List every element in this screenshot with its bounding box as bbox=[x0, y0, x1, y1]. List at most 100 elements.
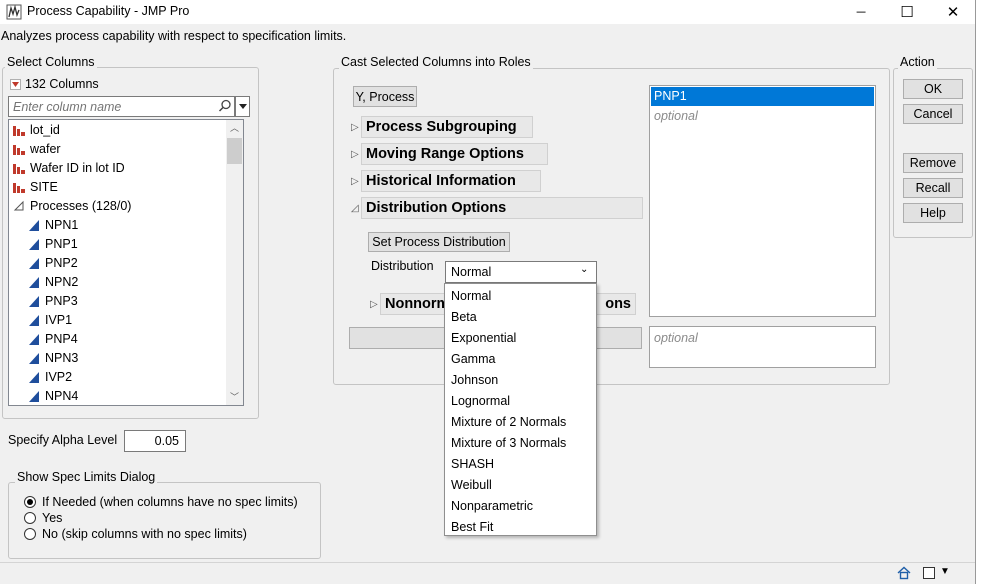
column-list-item[interactable]: PNP4 bbox=[27, 329, 78, 348]
distribution-option[interactable]: Mixture of 2 Normals bbox=[451, 411, 566, 432]
set-process-distribution-button[interactable]: Set Process Distribution bbox=[368, 232, 510, 252]
distribution-option[interactable]: Lognormal bbox=[451, 390, 510, 411]
column-list-item-label: wafer bbox=[30, 141, 61, 156]
column-list-item-label: IVP1 bbox=[45, 312, 73, 327]
search-icon[interactable] bbox=[218, 99, 232, 113]
continuous-triangle-icon bbox=[29, 371, 39, 383]
column-list-item-label: Processes (128/0) bbox=[30, 198, 132, 213]
column-list-item-label: lot_id bbox=[30, 122, 60, 137]
column-list-item[interactable]: Processes (128/0) bbox=[12, 196, 131, 215]
column-list-item-label: IVP2 bbox=[45, 369, 73, 384]
distribution-option[interactable]: Exponential bbox=[451, 327, 516, 348]
radio-no-label: No (skip columns with no spec limits) bbox=[42, 527, 247, 541]
role-y-selected-item[interactable]: PNP1 bbox=[651, 87, 874, 106]
radio-if-needed-label: If Needed (when columns have no spec lim… bbox=[42, 495, 298, 509]
distribution-select-value: Normal bbox=[451, 265, 492, 279]
distribution-option[interactable]: Johnson bbox=[451, 369, 498, 390]
column-list-item[interactable]: NPN3 bbox=[27, 348, 78, 367]
chevron-down-icon[interactable]: ⌄ bbox=[580, 264, 588, 275]
column-list-item[interactable]: IVP1 bbox=[27, 310, 72, 329]
column-list-item[interactable]: NPN2 bbox=[27, 272, 78, 291]
continuous-triangle-icon bbox=[29, 352, 39, 364]
window-title: Process Capability - JMP Pro bbox=[27, 4, 190, 18]
column-list-item-label: PNP1 bbox=[45, 236, 78, 251]
continuous-triangle-icon bbox=[29, 257, 39, 269]
status-bar bbox=[0, 562, 975, 584]
select-columns-title: Select Columns bbox=[5, 55, 97, 69]
radio-yes-label: Yes bbox=[42, 511, 63, 525]
home-icon[interactable] bbox=[897, 566, 911, 580]
distribution-option[interactable]: Mixture of 3 Normals bbox=[451, 432, 566, 453]
close-icon: ✕ bbox=[946, 4, 960, 21]
column-list-item[interactable]: PNP2 bbox=[27, 253, 78, 272]
distribution-option[interactable]: SHASH bbox=[451, 453, 494, 474]
window-list-icon[interactable] bbox=[923, 567, 935, 579]
scroll-up-icon[interactable]: ︿ bbox=[230, 121, 239, 134]
column-search-box[interactable] bbox=[8, 96, 235, 117]
distribution-option[interactable]: Nonparametric bbox=[451, 495, 533, 516]
radio-if-needed-circle[interactable] bbox=[24, 496, 36, 508]
column-list-scroll-thumb[interactable] bbox=[227, 138, 242, 164]
column-list-item-label: PNP3 bbox=[45, 293, 78, 308]
radio-if-needed[interactable]: If Needed (when columns have no spec lim… bbox=[24, 495, 298, 509]
distribution-option[interactable]: Normal bbox=[451, 285, 491, 306]
distribution-option[interactable]: Gamma bbox=[451, 348, 495, 369]
remove-button[interactable]: Remove bbox=[903, 153, 963, 173]
column-list-item-label: PNP2 bbox=[45, 255, 78, 270]
chevron-down-icon[interactable]: ▼ bbox=[940, 566, 950, 577]
group-triangle-icon bbox=[13, 200, 24, 210]
continuous-triangle-icon bbox=[29, 390, 39, 402]
expand-triangle-icon[interactable]: ▷ bbox=[351, 176, 361, 187]
y-process-button[interactable]: Y, Process bbox=[353, 86, 417, 107]
search-options-dropdown[interactable] bbox=[235, 96, 250, 117]
column-list-item[interactable]: SITE bbox=[12, 177, 58, 196]
radio-yes-circle[interactable] bbox=[24, 512, 36, 524]
background-window-edge bbox=[975, 0, 982, 584]
section-historical-information[interactable]: ▷ Historical Information bbox=[351, 170, 541, 192]
alpha-level-input[interactable]: 0.05 bbox=[124, 430, 186, 452]
scroll-down-icon[interactable]: ﹀ bbox=[230, 390, 239, 403]
close-button[interactable]: ✕ bbox=[930, 0, 976, 24]
continuous-triangle-icon bbox=[29, 219, 39, 231]
recall-button[interactable]: Recall bbox=[903, 178, 963, 198]
continuous-bar-icon bbox=[13, 144, 25, 155]
minimize-button[interactable]: ─ bbox=[838, 0, 884, 24]
section-moving-range[interactable]: ▷ Moving Range Options bbox=[351, 143, 548, 165]
collapse-triangle-icon[interactable]: ◿ bbox=[351, 203, 361, 214]
radio-no[interactable]: No (skip columns with no spec limits) bbox=[24, 527, 247, 541]
section-header-label: Distribution Options bbox=[361, 197, 643, 219]
continuous-triangle-icon bbox=[29, 295, 39, 307]
distribution-option[interactable]: Beta bbox=[451, 306, 477, 327]
spec-limits-title: Show Spec Limits Dialog bbox=[15, 470, 158, 484]
column-menu-icon[interactable] bbox=[10, 79, 21, 90]
section-distribution-options[interactable]: ◿ Distribution Options bbox=[351, 197, 643, 219]
cancel-button[interactable]: Cancel bbox=[903, 104, 963, 124]
column-list-item[interactable]: lot_id bbox=[12, 120, 60, 139]
section-nonnormal-right: ons bbox=[605, 296, 631, 312]
section-header-label: Historical Information bbox=[361, 170, 541, 192]
radio-no-circle[interactable] bbox=[24, 528, 36, 540]
distribution-option[interactable]: Best Fit bbox=[451, 516, 493, 537]
column-list-item-label: SITE bbox=[30, 179, 58, 194]
column-list-item[interactable]: NPN4 bbox=[27, 386, 78, 405]
expand-triangle-icon[interactable]: ▷ bbox=[351, 149, 361, 160]
jmp-app-icon bbox=[6, 4, 22, 20]
ok-button[interactable]: OK bbox=[903, 79, 963, 99]
expand-triangle-icon[interactable]: ▷ bbox=[370, 299, 380, 310]
help-button[interactable]: Help bbox=[903, 203, 963, 223]
column-search-input[interactable] bbox=[13, 99, 213, 115]
column-list[interactable]: lot_idwafer Wafer ID in lot ID SITE Process… bbox=[8, 119, 244, 406]
distribution-option[interactable]: Weibull bbox=[451, 474, 492, 495]
column-list-item[interactable]: IVP2 bbox=[27, 367, 72, 386]
distribution-dropdown-list[interactable]: Normal Beta Exponential Gamma Johnson Lognorm… bbox=[444, 283, 597, 536]
expand-triangle-icon[interactable]: ▷ bbox=[351, 122, 361, 133]
section-process-subgrouping[interactable]: ▷ Process Subgrouping bbox=[351, 116, 533, 138]
radio-yes[interactable]: Yes bbox=[24, 511, 62, 525]
column-list-item[interactable]: wafer bbox=[12, 139, 61, 158]
column-list-item[interactable]: NPN1 bbox=[27, 215, 78, 234]
column-list-item[interactable]: Wafer ID in lot ID bbox=[12, 158, 125, 177]
column-list-item[interactable]: PNP3 bbox=[27, 291, 78, 310]
maximize-button[interactable]: ☐ bbox=[884, 0, 930, 24]
action-title: Action bbox=[898, 55, 937, 69]
column-list-item[interactable]: PNP1 bbox=[27, 234, 78, 253]
